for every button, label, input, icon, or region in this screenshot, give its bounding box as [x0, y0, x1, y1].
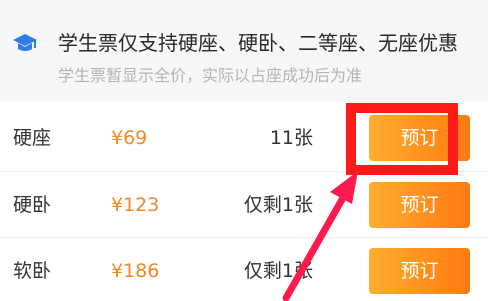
- ticket-count: 仅剩1张: [243, 194, 313, 216]
- book-button-hard-sleeper[interactable]: 预订: [369, 182, 470, 228]
- seat-row-hard-sleeper: 硬卧 ¥123 仅剩1张 预订: [0, 171, 488, 238]
- book-button-soft-sleeper[interactable]: 预订: [369, 248, 470, 294]
- seat-price: ¥123: [111, 194, 160, 216]
- seat-type-label: 软卧: [13, 260, 52, 282]
- seat-row-soft-sleeper: 软卧 ¥186 仅剩1张 预订: [0, 237, 488, 301]
- ticket-count: 11张: [269, 127, 313, 149]
- seat-type-label: 硬卧: [13, 194, 52, 216]
- notice-title: 学生票仅支持硬座、硬卧、二等座、无座优惠: [58, 31, 458, 55]
- notice-subtitle: 学生票暂显示全价，实际以占座成功后为准: [58, 66, 363, 85]
- ticket-count: 仅剩1张: [243, 260, 313, 282]
- seat-type-label: 硬座: [13, 127, 52, 149]
- seat-row-hard-seat: 硬座 ¥69 11张 预订: [0, 105, 488, 171]
- seat-selection-screen: 学生票仅支持硬座、硬卧、二等座、无座优惠 学生票暂显示全价，实际以占座成功后为准…: [0, 0, 488, 301]
- book-button-hard-seat[interactable]: 预订: [369, 115, 470, 161]
- seat-price: ¥186: [111, 260, 160, 282]
- seat-price: ¥69: [111, 127, 148, 149]
- student-ticket-notice: 学生票仅支持硬座、硬卧、二等座、无座优惠 学生票暂显示全价，实际以占座成功后为准: [0, 0, 488, 102]
- graduation-cap-icon: [13, 34, 37, 51]
